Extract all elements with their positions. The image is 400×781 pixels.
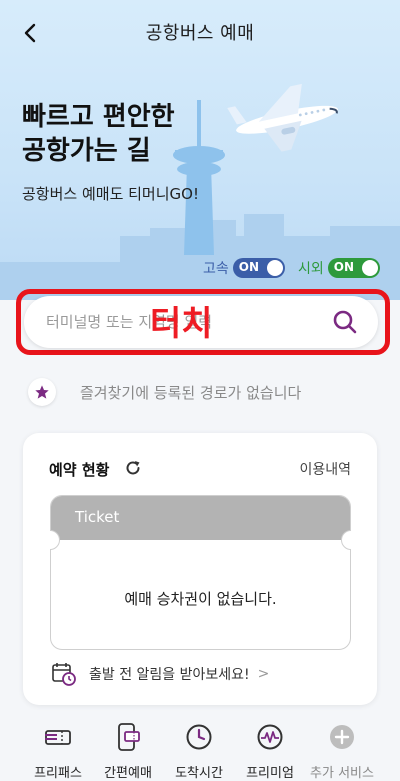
usage-history-link[interactable]: 이용내역 [299,459,351,479]
intercity-toggle-state: ON [333,260,355,274]
nav-arrival-time[interactable]: 도착시간 [162,722,236,781]
refresh-icon[interactable] [124,459,142,477]
back-button[interactable] [14,18,46,48]
ticket-header: Ticket [51,496,350,540]
intercity-toggle-group: 시외 ON [298,258,380,278]
nav-premium-label: 프리미엄 [246,766,294,781]
nav-quick-booking[interactable]: 간편예매 [91,722,165,781]
freepass-ticket-icon [45,730,71,745]
nav-premium[interactable]: 프리미엄 [233,722,307,781]
search-input[interactable] [46,296,326,348]
search-icon[interactable] [332,309,358,335]
departure-alert-link[interactable]: 출발 전 알림을 받아보세요! > [51,661,269,687]
bottom-service-nav: 프리패스 간편예매 도착시간 프리미엄 추가 서비스 [0,722,400,781]
favorites-row: 즐겨찾기에 등록된 경로가 없습니다 [28,378,301,406]
ticket-notch-right [341,530,351,550]
ticket-label: Ticket [75,508,120,526]
toggle-knob [266,260,283,276]
chevron-left-icon [24,23,36,43]
ticket-placeholder: Ticket 예매 승차권이 없습니다. [50,495,351,650]
nav-extra-services[interactable]: 추가 서비스 [305,722,379,781]
nav-quick-booking-label: 간편예매 [104,766,152,781]
hero-headline: 빠르고 편안한 공항가는 길 [22,100,175,168]
hero-headline-line1: 빠르고 편안한 [22,102,175,132]
top-bar: 공항버스 예매 [0,0,400,64]
nav-freepass-label: 프리패스 [34,766,82,781]
favorites-button[interactable] [28,378,56,406]
pulse-icon [257,724,283,750]
calendar-clock-icon [52,663,76,686]
nav-extra-services-label: 추가 서비스 [310,766,374,781]
nav-arrival-time-label: 도착시간 [175,766,223,781]
intercity-toggle-label: 시외 [298,261,324,277]
ticket-empty-text: 예매 승차권이 없습니다. [124,590,277,608]
page-title: 공항버스 예매 [145,23,255,44]
favorites-empty-text: 즐겨찾기에 등록된 경로가 없습니다 [80,383,302,402]
express-toggle[interactable]: ON [232,258,285,278]
nav-freepass[interactable]: 프리패스 [21,722,95,781]
phone-ticket-icon [118,723,140,751]
chevron-right-icon: > [257,666,270,682]
toggle-knob [361,260,378,276]
hero-headline-line2: 공항가는 길 [22,136,151,166]
plus-circle-icon [330,725,354,749]
express-toggle-label: 고속 [203,261,229,277]
reservation-title: 예약 현황 [49,461,110,479]
search-box[interactable] [24,296,378,348]
intercity-toggle[interactable]: ON [327,258,380,278]
star-icon [35,385,49,399]
express-toggle-state: ON [238,260,260,274]
departure-alert-text: 출발 전 알림을 받아보세요! [89,667,250,683]
ticket-notch-left [50,530,60,550]
reservation-card: 예약 현황 이용내역 Ticket 예매 승차권이 없습니다. 출발 전 알림을… [23,433,377,705]
hero-subline: 공항버스 예매도 티머니GO! [22,185,199,203]
clock-icon [186,724,212,750]
express-toggle-group: 고속 ON [203,258,285,278]
